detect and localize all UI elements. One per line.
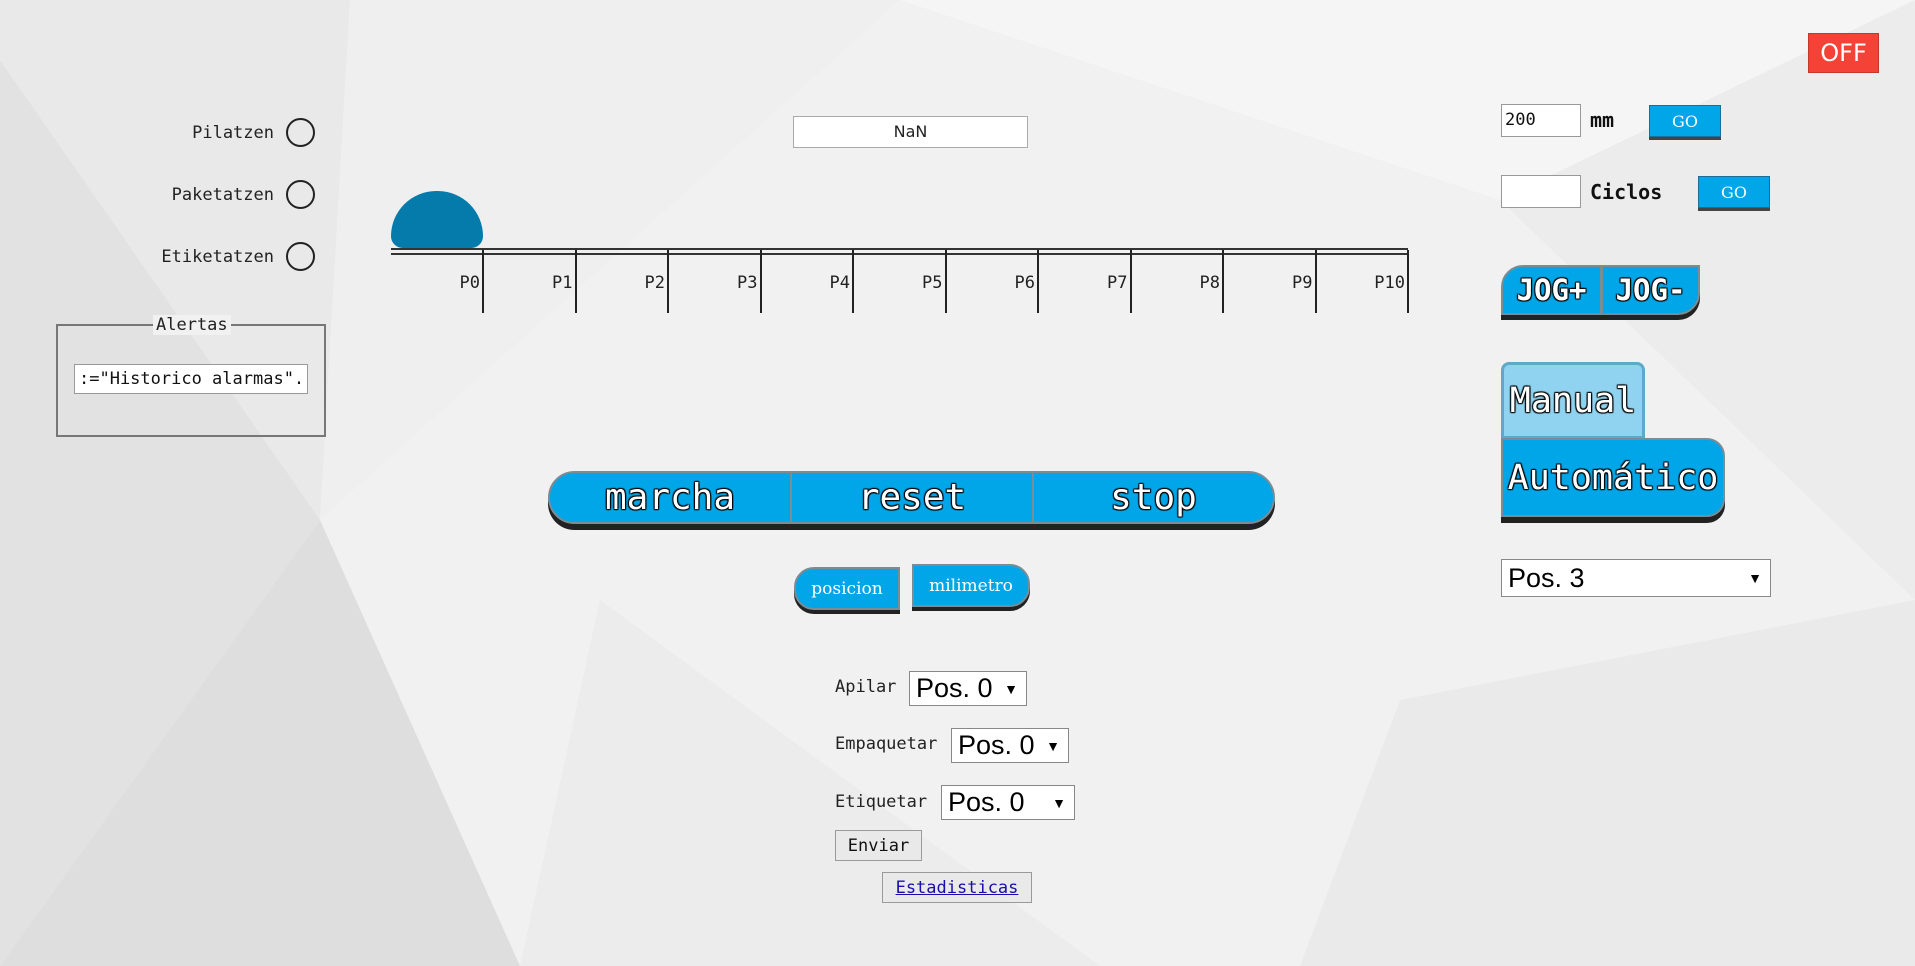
position-mode-button[interactable]: posicion <box>794 567 900 610</box>
status-indicator-icon <box>286 180 315 209</box>
chevron-down-icon: ▼ <box>1052 794 1066 811</box>
statistics-link[interactable]: Estadisticas <box>882 872 1032 903</box>
track-position-label: P5 <box>922 273 943 293</box>
etiquetar-label: Etiquetar <box>835 792 928 812</box>
mm-unit-label: mm <box>1590 108 1615 132</box>
status-lights: Pilatzen Paketatzen Etiketatzen <box>0 0 315 300</box>
status-light-paketatzen: Paketatzen <box>172 180 315 209</box>
automatic-mode-button[interactable]: Automático <box>1501 438 1725 517</box>
stop-button[interactable]: stop <box>1032 471 1275 524</box>
empaquetar-select[interactable]: Pos. 0 ▼ <box>951 728 1069 763</box>
track-position-label: P3 <box>737 273 758 293</box>
chevron-down-icon: ▼ <box>1004 680 1018 697</box>
cycles-go-button[interactable]: GO <box>1698 176 1770 208</box>
track-tick <box>1037 250 1039 313</box>
apilar-label: Apilar <box>835 677 897 697</box>
track-tick <box>1129 250 1132 313</box>
manual-mode-button[interactable]: Manual <box>1501 362 1645 439</box>
track-position-label: P8 <box>1199 273 1220 293</box>
track-position-label: P9 <box>1292 273 1313 293</box>
track-tick <box>944 250 947 313</box>
status-light-pilatzen: Pilatzen <box>192 118 315 147</box>
status-indicator-icon <box>286 118 315 147</box>
etiquetar-select[interactable]: Pos. 0 ▼ <box>941 785 1075 820</box>
submit-button[interactable]: Enviar <box>835 830 922 861</box>
etiquetar-select-value: Pos. 0 <box>948 787 1025 817</box>
position-readout: NaN <box>793 116 1028 148</box>
track-position-label: P7 <box>1107 273 1128 293</box>
mm-go-button[interactable]: GO <box>1649 105 1721 137</box>
track-tick <box>667 250 669 313</box>
cycles-input[interactable] <box>1501 175 1581 208</box>
track-tick <box>482 250 484 313</box>
start-button[interactable]: marcha <box>548 471 792 524</box>
track-position-label: P0 <box>459 273 480 293</box>
track-tick <box>574 250 577 313</box>
chevron-down-icon: ▼ <box>1748 570 1762 586</box>
position-select-value: Pos. 3 <box>1508 562 1585 593</box>
track-position-label: P2 <box>644 273 665 293</box>
track-rail <box>391 248 1408 250</box>
alerts-legend: Alertas <box>153 315 231 335</box>
empaquetar-select-value: Pos. 0 <box>958 730 1035 760</box>
track-position-label: P6 <box>1014 273 1035 293</box>
status-light-label: Etiketatzen <box>161 246 274 267</box>
apilar-select[interactable]: Pos. 0 ▼ <box>909 671 1027 706</box>
status-light-label: Pilatzen <box>192 122 274 143</box>
mm-input[interactable]: 200 <box>1501 104 1581 137</box>
empaquetar-label: Empaquetar <box>835 734 938 754</box>
status-indicator-icon <box>286 242 315 271</box>
position-select[interactable]: Pos. 3 ▼ <box>1501 559 1771 597</box>
track-position-label: P10 <box>1374 273 1405 293</box>
millimeter-mode-button[interactable]: milimetro <box>912 564 1030 607</box>
track-tick <box>1407 250 1409 313</box>
track-tick <box>1314 250 1317 313</box>
track-position-label: P4 <box>829 273 850 293</box>
jog-minus-button[interactable]: JOG- <box>1601 265 1700 315</box>
cycles-unit-label: Ciclos <box>1590 180 1663 204</box>
track-position-label: P1 <box>552 273 573 293</box>
track-tick <box>1222 250 1224 313</box>
apilar-select-value: Pos. 0 <box>916 673 993 703</box>
track-rail <box>391 253 1408 255</box>
status-light-label: Paketatzen <box>171 184 274 205</box>
track-tick <box>759 250 762 313</box>
track-tick <box>852 250 854 313</box>
chevron-down-icon: ▼ <box>1046 737 1060 754</box>
alerts-field[interactable]: :="Historico alarmas". <box>74 364 308 394</box>
status-light-etiketatzen: Etiketatzen <box>161 242 315 271</box>
alerts-panel: Alertas :="Historico alarmas". <box>56 315 326 437</box>
jog-plus-button[interactable]: JOG+ <box>1501 265 1602 315</box>
power-toggle-button[interactable]: OFF <box>1808 33 1879 73</box>
reset-button[interactable]: reset <box>790 471 1034 524</box>
